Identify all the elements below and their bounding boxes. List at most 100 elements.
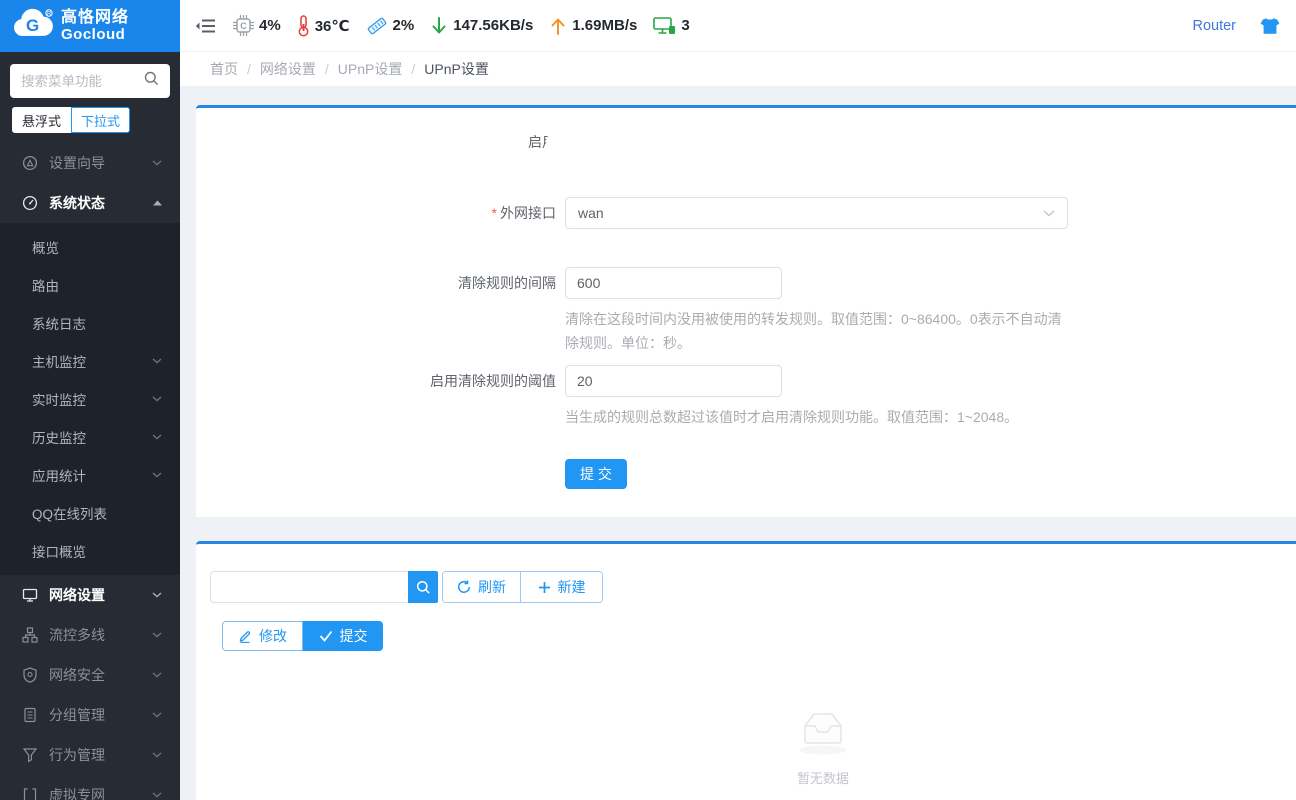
breadcrumb-separator: /: [247, 61, 251, 77]
chevron-down-icon: [152, 434, 162, 440]
refresh-button[interactable]: 刷新: [443, 572, 521, 602]
collapse-menu-icon[interactable]: [195, 17, 217, 35]
submenu-item-qq-online-list[interactable]: QQ在线列表: [0, 494, 180, 532]
wan-interface-label: * 外网接口: [491, 205, 556, 221]
chevron-down-icon: [152, 358, 162, 364]
clear-interval-row: 清除规则的间隔 清除在这段时间内没用被使用的转发规则。取值范围：0~86400。…: [196, 267, 1296, 355]
submenu-item-history-monitor[interactable]: 历史监控: [0, 418, 180, 456]
rules-search-button[interactable]: [408, 571, 438, 603]
wan-interface-select[interactable]: wan: [565, 197, 1068, 229]
list-submit-button[interactable]: 提交: [303, 621, 383, 651]
brand-logo[interactable]: G R 高恪网络 Gocloud: [0, 0, 180, 52]
clear-threshold-row: 启用清除规则的阈值 当生成的规则总数超过该值时才启用清除规则功能。取值范围：1~…: [196, 365, 1296, 429]
download-speed-stat: 147.56KB/s: [430, 16, 533, 36]
brand-name: 高恪网络 Gocloud: [61, 9, 129, 43]
rules-edit-group: 修改 提交: [222, 621, 1296, 651]
monitor-icon: [22, 587, 38, 603]
main-area: C 4% 36℃ 2% 147.56KB/s 1.69MB/s 3 Router…: [180, 0, 1296, 800]
menu-search-input[interactable]: [21, 73, 144, 89]
menu-style-tabs: 悬浮式 下拉式: [12, 107, 180, 133]
chevron-down-icon: [152, 472, 162, 478]
sidebar-item-vpn[interactable]: 虚拟专网: [0, 775, 180, 800]
breadcrumb: 首页 / 网络设置 / UPnP设置 / UPnP设置: [180, 52, 1296, 86]
system-status-submenu: 概览 路由 系统日志 主机监控 实时监控 历史监控 应用统计 QQ在线列表 接口…: [0, 223, 180, 575]
sidebar-item-group-management[interactable]: 分组管理: [0, 695, 180, 735]
empty-state-text: 暂无数据: [796, 771, 849, 786]
sidebar-item-flow-control[interactable]: 流控多线: [0, 615, 180, 655]
refresh-icon: [457, 580, 471, 594]
sidebar-item-label: 设置向导: [49, 155, 105, 171]
create-button[interactable]: 新建: [521, 572, 602, 602]
cpu-icon: C: [233, 15, 254, 36]
upload-speed-stat: 1.69MB/s: [549, 16, 637, 36]
brand-name-cn: 高恪网络: [61, 8, 130, 26]
upload-speed-value: 1.69MB/s: [572, 17, 638, 34]
brackets-icon: [22, 787, 38, 800]
chevron-down-icon: [152, 792, 162, 798]
sidebar-item-label: 网络安全: [49, 667, 105, 683]
topbar-right: Router: [1192, 17, 1280, 35]
online-devices-value: 3: [681, 17, 690, 34]
breadcrumb-separator: /: [324, 61, 329, 77]
menu-search-box: [10, 64, 170, 98]
devices-monitor-icon: [653, 16, 676, 36]
breadcrumb-item-upnp[interactable]: UPnP设置: [338, 59, 403, 79]
submenu-item-overview[interactable]: 概览: [0, 228, 180, 266]
clear-interval-hint: 清除在这段时间内没用被使用的转发规则。取值范围：0~86400。0表示不自动清除…: [565, 311, 1062, 351]
rules-toolbar: 刷新 新建: [210, 571, 1296, 603]
sidebar-item-label: 网络设置: [49, 587, 105, 603]
submenu-item-system-log[interactable]: 系统日志: [0, 304, 180, 342]
search-icon: [144, 71, 159, 91]
rules-action-group: 刷新 新建: [442, 571, 603, 603]
chevron-down-icon: [152, 632, 162, 638]
sidebar-item-behavior-management[interactable]: 行为管理: [0, 735, 180, 775]
clear-threshold-label: 启用清除规则的阈值: [430, 373, 556, 389]
submenu-item-interface-overview[interactable]: 接口概览: [0, 532, 180, 570]
chevron-down-icon: [152, 592, 162, 598]
svg-text:R: R: [47, 11, 52, 17]
breadcrumb-item-network-settings[interactable]: 网络设置: [260, 59, 316, 79]
sidebar-menu: 设置向导 系统状态 概览 路由 系统日志 主机监控 实时监控 历史监控 应用统计…: [0, 143, 180, 800]
cloud-logo-icon: G R: [12, 7, 54, 46]
tab-floating-style[interactable]: 悬浮式: [12, 107, 72, 133]
clear-interval-input[interactable]: [565, 267, 782, 299]
chevron-down-icon: [152, 396, 162, 402]
router-link[interactable]: Router: [1192, 18, 1236, 34]
sidebar-item-setup-wizard[interactable]: 设置向导: [0, 143, 180, 183]
topbar: C 4% 36℃ 2% 147.56KB/s 1.69MB/s 3 Router: [180, 0, 1296, 52]
form-submit-button[interactable]: 提 交: [565, 459, 627, 489]
submenu-item-host-monitor[interactable]: 主机监控: [0, 342, 180, 380]
pencil-icon: [238, 629, 252, 643]
enable-row: 启用: [196, 131, 1296, 153]
modify-button[interactable]: 修改: [222, 621, 303, 651]
chevron-down-icon: [152, 712, 162, 718]
submenu-item-realtime-monitor[interactable]: 实时监控: [0, 380, 180, 418]
sidebar-item-network-security[interactable]: 网络安全: [0, 655, 180, 695]
breadcrumb-separator: /: [411, 61, 416, 77]
brand-name-en: Gocloud: [61, 25, 126, 43]
submenu-item-app-statistics[interactable]: 应用统计: [0, 456, 180, 494]
sidebar-item-network-settings[interactable]: 网络设置: [0, 575, 180, 615]
upnp-settings-panel: 启用 * 外网接口 wan 清除规则的间隔 600 清除在这段时间内没用被使用的…: [196, 105, 1296, 517]
breadcrumb-item-current: UPnP设置: [424, 61, 489, 77]
wan-interface-row: * 外网接口 wan: [196, 197, 1296, 229]
rules-search-input[interactable]: [210, 571, 408, 603]
memory-usage-value: 2%: [392, 17, 415, 34]
theme-tshirt-icon[interactable]: [1260, 17, 1280, 35]
svg-text:C: C: [240, 21, 247, 31]
tab-dropdown-style[interactable]: 下拉式: [71, 107, 131, 133]
ram-icon: [366, 16, 388, 36]
funnel-icon: [22, 747, 38, 763]
document-icon: [22, 707, 38, 723]
submenu-item-routing[interactable]: 路由: [0, 266, 180, 304]
sidebar-item-label: 行为管理: [49, 747, 105, 763]
download-speed-value: 147.56KB/s: [453, 17, 534, 34]
sidebar-item-system-status[interactable]: 系统状态: [0, 183, 180, 223]
app-root: G R 高恪网络 Gocloud 悬浮式 下拉式: [0, 0, 1296, 800]
clear-threshold-input[interactable]: [565, 365, 782, 397]
breadcrumb-item-home[interactable]: 首页: [210, 59, 238, 79]
clear-interval-label: 清除规则的间隔: [458, 275, 556, 291]
sidebar-item-label: 系统状态: [49, 195, 105, 211]
select-chevron-down-icon: [1043, 209, 1055, 217]
memory-usage-stat: 2%: [366, 16, 415, 36]
